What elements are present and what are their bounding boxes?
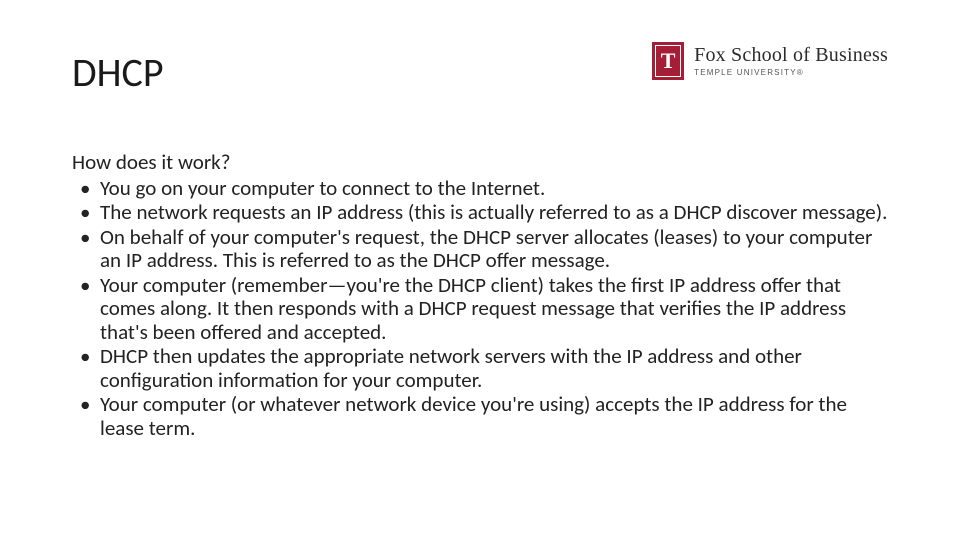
list-item: You go on your computer to connect to th…: [72, 177, 888, 201]
bullet-list: You go on your computer to connect to th…: [72, 177, 888, 441]
bullet-text: You go on your computer to connect to th…: [100, 175, 545, 201]
intro-text: How does it work?: [72, 151, 888, 175]
bullet-text: DHCP then updates the appropriate networ…: [100, 343, 802, 393]
list-item: The network requests an IP address (this…: [72, 201, 888, 225]
list-item: DHCP then updates the appropriate networ…: [72, 345, 888, 392]
logo-text: Fox School of Business TEMPLE UNIVERSITY…: [694, 45, 888, 77]
list-item: Your computer (or whatever network devic…: [72, 393, 888, 440]
bullet-text: Your computer (remember—you're the DHCP …: [100, 272, 846, 345]
temple-t-icon: T: [652, 42, 684, 80]
list-item: On behalf of your computer's request, th…: [72, 226, 888, 273]
school-logo: T Fox School of Business TEMPLE UNIVERSI…: [652, 42, 888, 80]
logo-line2: TEMPLE UNIVERSITY®: [694, 69, 888, 77]
bullet-text: On behalf of your computer's request, th…: [100, 224, 872, 274]
slide-body: How does it work? You go on your compute…: [72, 151, 888, 440]
logo-glyph: T: [661, 50, 676, 72]
list-item: Your computer (remember—you're the DHCP …: [72, 274, 888, 345]
slide: T Fox School of Business TEMPLE UNIVERSI…: [0, 0, 960, 540]
logo-line1: Fox School of Business: [694, 45, 888, 65]
bullet-text: Your computer (or whatever network devic…: [100, 391, 847, 441]
bullet-text: The network requests an IP address (this…: [100, 199, 887, 225]
